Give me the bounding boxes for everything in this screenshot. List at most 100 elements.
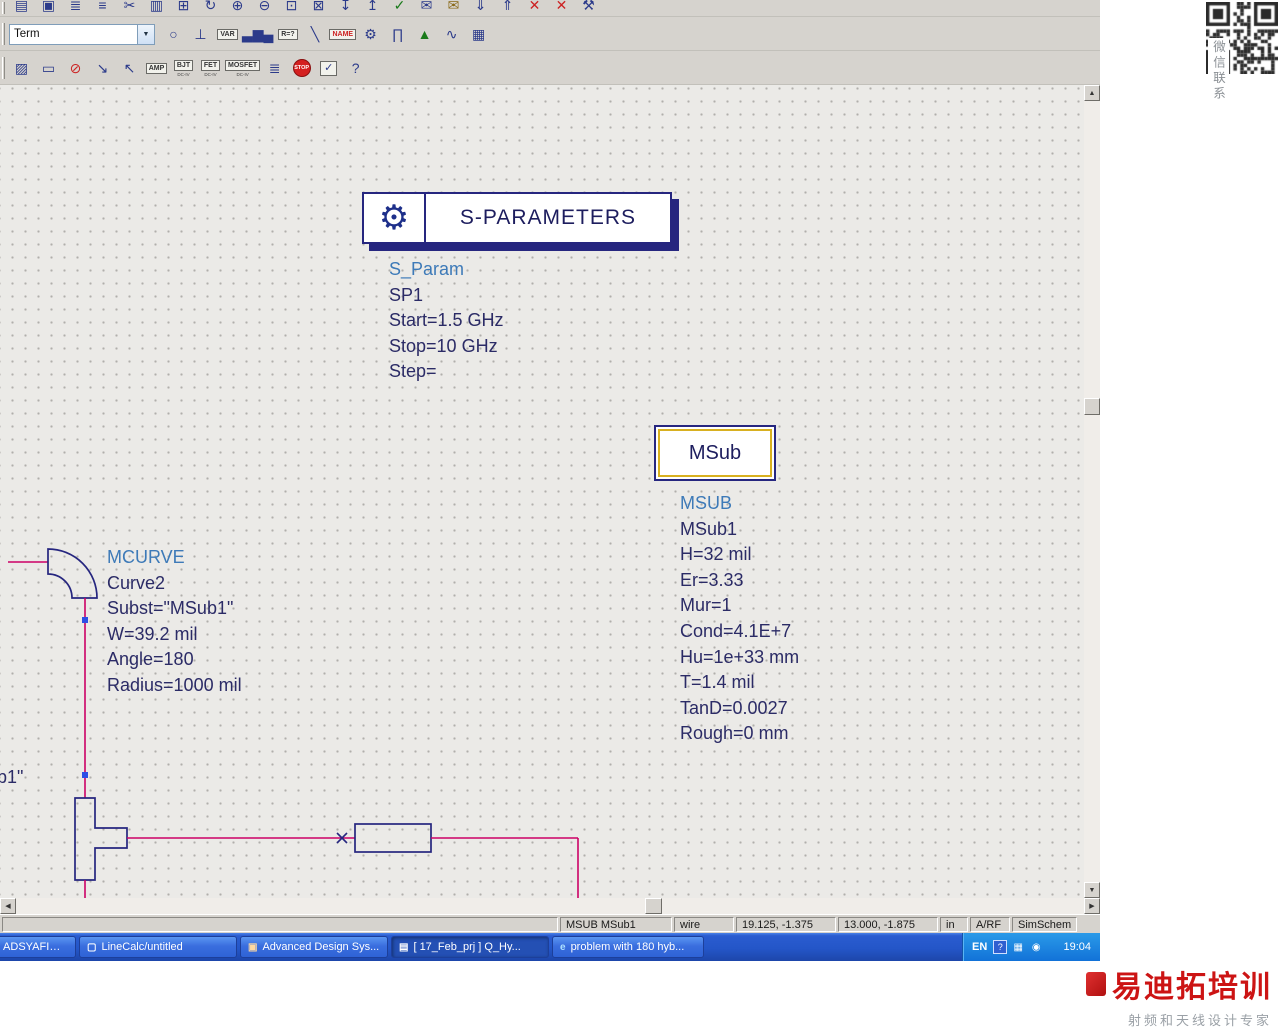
component-param-label[interactable]: Stop=10 GHz	[389, 334, 504, 360]
component-param-label[interactable]: H=32 mil	[680, 542, 799, 568]
taskbar-button[interactable]: ■ADSYAFIQBI...	[0, 936, 76, 958]
move-icon[interactable]: ⊞	[171, 0, 196, 16]
component-name-label[interactable]: MSUB	[680, 491, 799, 517]
schematic-canvas[interactable]: ⚙ S-PARAMETERS MSub S_Param SP1 Start=1.5 …	[0, 85, 1084, 898]
toolbar-grip[interactable]	[2, 2, 5, 14]
stop-icon[interactable]: STOP	[289, 56, 314, 81]
purge-icon[interactable]: ✕	[549, 0, 574, 16]
ads-schematic-window: ▤ ▣ ≣ ≡ ✂ ▥ ⊞ ↻ ⊕ ⊖ ⊡ ⊠ ↧ ↥ ✓ ✉ ✉ ⇓ ⇑ ✕ ✕ ⚒ Term ▼ ○ ⊥ VAR ▃▆▄ R=…	[0, 0, 1100, 961]
component-param-label[interactable]: Rough=0 mm	[680, 721, 799, 747]
optimize-icon[interactable]: ▲	[412, 22, 437, 47]
probe-icon[interactable]: ∏	[385, 22, 410, 47]
wire-label-icon[interactable]: NAME	[329, 22, 357, 47]
zoom-out-icon[interactable]: ⊖	[252, 0, 277, 16]
palette-icon[interactable]: ▨	[9, 56, 34, 81]
wire-junction[interactable]	[82, 617, 88, 623]
component-param-label[interactable]: MSub1	[680, 517, 799, 543]
print-icon[interactable]: ▤	[9, 0, 34, 16]
amp-icon[interactable]: AMP	[144, 56, 169, 81]
mtee-symbol[interactable]	[74, 797, 128, 881]
parts-list-icon[interactable]: ≡	[90, 0, 115, 16]
language-indicator[interactable]: EN	[972, 941, 987, 953]
zoom-in-icon[interactable]: ⊕	[225, 0, 250, 16]
pin-icon[interactable]: ↧	[333, 0, 358, 16]
wire-junction[interactable]	[82, 772, 88, 778]
scroll-left-icon[interactable]: ◀	[0, 898, 16, 914]
horizontal-scroll-thumb[interactable]	[645, 898, 662, 914]
paste-icon[interactable]: ▥	[144, 0, 169, 16]
chevron-down-icon[interactable]: ▼	[137, 24, 154, 44]
ground-icon[interactable]: ⊥	[188, 22, 213, 47]
help-icon[interactable]: ?	[343, 56, 368, 81]
display-tray-icon[interactable]: ▦	[1011, 940, 1025, 954]
bjt-icon[interactable]: BJT DC-IV	[171, 56, 196, 81]
scroll-down-icon[interactable]: ▼	[1084, 882, 1100, 898]
clock-tray-icon[interactable]: ◉	[1029, 940, 1043, 954]
msub-symbol[interactable]: MSub	[654, 425, 776, 481]
component-param-label[interactable]: Radius=1000 mil	[107, 673, 242, 699]
tools-icon[interactable]: ⚒	[576, 0, 601, 16]
toolbar-grip[interactable]	[2, 56, 5, 80]
scroll-up-icon[interactable]: ▲	[1084, 85, 1100, 101]
data-display-icon[interactable]: ▃▆▄	[242, 22, 273, 47]
component-param-label[interactable]: Subst="MSub1"	[107, 596, 242, 622]
push-hierarchy-icon[interactable]: ↘	[90, 56, 115, 81]
cut-icon[interactable]: ✂	[117, 0, 142, 16]
display-options-icon[interactable]: ▭	[36, 56, 61, 81]
component-param-label[interactable]: Angle=180	[107, 647, 242, 673]
component-param-label[interactable]: Start=1.5 GHz	[389, 308, 504, 334]
mosfet-icon[interactable]: MOSFET DC-IV	[225, 56, 261, 81]
component-param-label[interactable]: TanD=0.0027	[680, 696, 799, 722]
component-library-icon[interactable]: ≣	[63, 0, 88, 16]
export-icon[interactable]: ⇑	[495, 0, 520, 16]
component-param-label[interactable]: T=1.4 mil	[680, 670, 799, 696]
component-param-label[interactable]: Mur=1	[680, 593, 799, 619]
component-param-label[interactable]: W=39.2 mil	[107, 622, 242, 648]
insert-pin-icon[interactable]: ○	[161, 22, 186, 47]
vertical-scrollbar[interactable]: ▲ ▼	[1084, 85, 1100, 898]
mlin-symbol[interactable]	[354, 823, 432, 853]
vertical-scroll-thumb[interactable]	[1084, 398, 1100, 415]
zoom-area-icon[interactable]: ⊡	[279, 0, 304, 16]
component-name-label[interactable]: MCURVE	[107, 545, 242, 571]
copy-icon[interactable]: ▣	[36, 0, 61, 16]
fet-icon[interactable]: FET DC-IV	[198, 56, 223, 81]
component-param-label[interactable]: Er=3.33	[680, 568, 799, 594]
input-help-icon[interactable]: ?	[993, 940, 1008, 954]
taskbar-button[interactable]: e problem with 180 hyb...	[552, 936, 704, 958]
taskbar-button[interactable]: ▤[ 17_Feb_prj ] Q_Hy...	[391, 936, 549, 958]
push-into-icon[interactable]: ↥	[360, 0, 385, 16]
component-palette-combo[interactable]: Term ▼	[9, 23, 155, 45]
delete-icon[interactable]: ✕	[522, 0, 547, 16]
component-param-label[interactable]: Hu=1e+33 mm	[680, 645, 799, 671]
check-design-icon[interactable]: ✓	[387, 0, 412, 16]
plot-icon[interactable]: ∿	[439, 22, 464, 47]
send-mail-icon[interactable]: ✉	[414, 0, 439, 16]
component-param-label[interactable]: Curve2	[107, 571, 242, 597]
sim-settings-icon[interactable]: ⚙	[358, 22, 383, 47]
component-param-label[interactable]: Cond=4.1E+7	[680, 619, 799, 645]
zoom-full-icon[interactable]: ⊠	[306, 0, 331, 16]
deactivate-icon[interactable]: ⊘	[63, 56, 88, 81]
toolbar-grip[interactable]	[2, 22, 5, 46]
s-parameters-controller[interactable]: ⚙ S-PARAMETERS	[362, 192, 672, 244]
pop-hierarchy-icon[interactable]: ↖	[117, 56, 142, 81]
scroll-right-icon[interactable]: ▶	[1084, 898, 1100, 914]
taskbar-button[interactable]: ▣ Advanced Design Sys...	[240, 936, 388, 958]
var-icon[interactable]: VAR	[215, 22, 240, 47]
edit-param-icon[interactable]: R=?	[275, 22, 300, 47]
taskbar-button[interactable]: ▢ LineCalc/untitled	[79, 936, 237, 958]
insert-wire-icon[interactable]: ╲	[302, 22, 327, 47]
simulate-icon[interactable]: ✓	[316, 56, 341, 81]
new-window-icon[interactable]: ▦	[466, 22, 491, 47]
rotate-icon[interactable]: ↻	[198, 0, 223, 16]
horizontal-scrollbar[interactable]: ◀ ▶	[0, 898, 1100, 914]
open-mail-icon[interactable]: ✉	[441, 0, 466, 16]
mcurve-symbol[interactable]	[47, 548, 98, 599]
netlist-icon[interactable]: ≣	[262, 56, 287, 81]
component-param-label[interactable]: Step=	[389, 359, 504, 385]
component-param-label[interactable]: SP1	[389, 283, 504, 309]
component-name-label[interactable]: S_Param	[389, 257, 504, 283]
import-icon[interactable]: ⇓	[468, 0, 493, 16]
toolbar-insert: Term ▼ ○ ⊥ VAR ▃▆▄ R=? ╲ NAME ⚙ ∏ ▲ ∿ ▦	[0, 18, 1100, 51]
